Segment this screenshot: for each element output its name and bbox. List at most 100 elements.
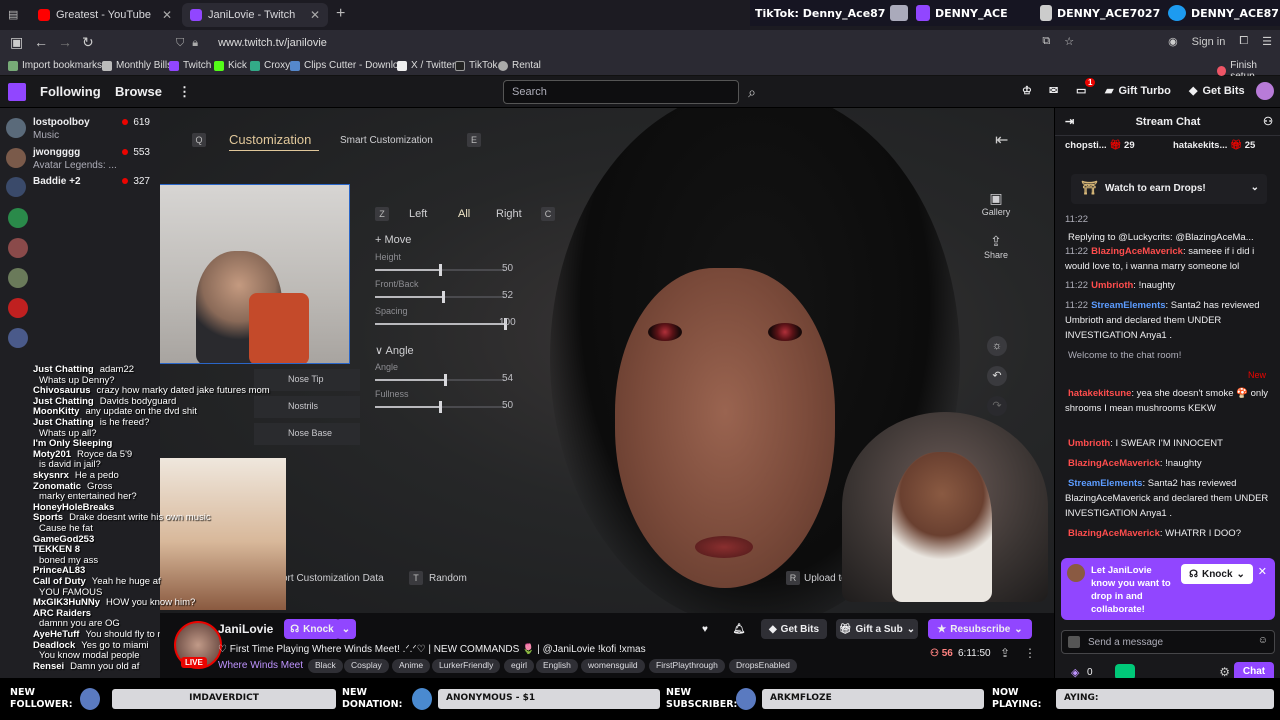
side-all[interactable]: All — [458, 208, 470, 220]
more-options-icon[interactable]: ⋮ — [1024, 646, 1036, 660]
resubscribe-button[interactable]: ★ Resubscribe ⌄ — [928, 619, 1032, 639]
users-icon[interactable]: ⚇ — [1263, 108, 1273, 136]
chat-message[interactable]: 11:22 BlazingAceMaverick: sameee if i did… — [1065, 244, 1275, 274]
chat-username[interactable]: StreamElements — [1068, 478, 1142, 489]
spacing-slider[interactable] — [375, 318, 507, 330]
chat-username[interactable]: StreamElements — [1091, 300, 1165, 311]
notifications-icon[interactable]: ▭ 1 — [1076, 78, 1096, 97]
top-gifter[interactable]: chopsti... 🎁︎ 29 — [1065, 140, 1135, 151]
forward-icon[interactable]: → — [58, 34, 72, 50]
chat-message[interactable]: 11:22 Umbrioth: !naughty — [1065, 278, 1275, 293]
bookmark-import[interactable]: Import bookmarks... — [8, 60, 110, 71]
crown-icon[interactable]: ♔ — [1022, 84, 1032, 97]
menu-icon[interactable]: ☰ — [1262, 35, 1272, 48]
chat-message[interactable]: Umbrioth: I SWEAR I'M INNOCENT — [1065, 436, 1275, 451]
back-icon[interactable]: ← — [34, 34, 48, 50]
tab-smart-customization[interactable]: Smart Customization — [340, 135, 433, 146]
tag[interactable]: egirl — [504, 659, 535, 673]
gallery-button[interactable]: ▣ Gallery — [976, 190, 1016, 217]
tab-menu-icon[interactable]: ▤ — [8, 8, 18, 21]
knock-button[interactable]: ☊ Knock — [284, 619, 340, 639]
bookmark-tiktok[interactable]: TikTok — [455, 60, 498, 71]
chat-username[interactable]: BlazingAceMaverick — [1068, 458, 1160, 469]
user-avatar[interactable] — [1256, 82, 1274, 100]
chat-username[interactable]: Umbrioth — [1091, 280, 1133, 291]
close-icon[interactable]: ✕ — [1258, 565, 1267, 578]
bookmark-clips-cutter[interactable]: Clips Cutter - Downlo... — [290, 60, 407, 71]
tab-customization[interactable]: Customization — [229, 132, 311, 147]
knock-dropdown-button[interactable]: ⌄ — [336, 619, 356, 639]
avatar[interactable] — [8, 238, 28, 258]
chat-message[interactable]: 11:22 StreamElements: Santa2 has reviewed… — [1065, 298, 1275, 343]
bookmark-croxy[interactable]: Croxy — [250, 60, 290, 71]
screenshot-icon[interactable]: ⧉ — [1042, 35, 1050, 48]
sidebar-item-lostpoolboy[interactable]: lostpoolboy Music 619 — [0, 114, 160, 144]
avatar[interactable] — [8, 208, 28, 228]
undo-icon[interactable]: ↶ — [987, 366, 1007, 386]
settings-icon[interactable]: ⚙ — [1219, 665, 1230, 679]
inbox-icon[interactable]: ✉ — [1049, 84, 1058, 97]
reload-icon[interactable]: ↻ — [82, 34, 94, 51]
stream-category[interactable]: Where Winds Meet — [218, 660, 303, 671]
tag[interactable]: English — [536, 659, 578, 673]
close-tab-icon[interactable]: ✕ — [162, 8, 172, 22]
tag[interactable]: womensguild — [581, 659, 645, 673]
tag[interactable]: Black — [308, 659, 343, 673]
nav-following[interactable]: Following — [40, 84, 101, 99]
share-icon[interactable]: ⇪ — [1000, 646, 1010, 660]
collapse-arrow-icon[interactable]: ⇤ — [995, 130, 1008, 150]
sidebar-toggle-icon[interactable]: ▣ — [10, 34, 23, 51]
twitch-logo-icon[interactable] — [8, 83, 26, 101]
account-icon[interactable]: ◉ — [1168, 35, 1178, 48]
chat-username[interactable]: hatakekitsune — [1068, 388, 1131, 399]
chat-message[interactable]: BlazingAceMaverick: !naughty — [1065, 456, 1275, 471]
drops-banner[interactable]: ⛩ Watch to earn Drops! ⌄ — [1071, 174, 1267, 204]
tag[interactable]: FirstPlaythrough — [649, 659, 725, 673]
get-bits-button[interactable]: ◆ Get Bits — [761, 619, 827, 639]
close-tab-icon[interactable]: ✕ — [310, 8, 320, 22]
send-message-input[interactable]: Send a message ☺ — [1061, 630, 1275, 654]
sign-in-link[interactable]: Sign in — [1192, 36, 1226, 48]
chat-username[interactable]: BlazingAceMaverick — [1091, 246, 1183, 257]
avatar[interactable] — [8, 298, 28, 318]
bookmark-x[interactable]: X / Twitter — [397, 60, 455, 71]
avatar[interactable] — [8, 268, 28, 288]
chevron-down-icon[interactable]: ⌄ — [1251, 182, 1259, 193]
gift-turbo-button[interactable]: ▰ Gift Turbo — [1105, 84, 1171, 98]
front-back-slider[interactable] — [375, 291, 505, 303]
sidebar-item-jwongggg[interactable]: jwongggg Avatar Legends: ... 553 — [0, 144, 160, 174]
move-section-header[interactable]: + Move — [375, 234, 411, 246]
chat-message[interactable]: Replying to @Luckycrits: @BlazingAceMa..… — [1065, 230, 1275, 245]
tag[interactable]: DropsEnabled — [729, 659, 797, 673]
angle-section-header[interactable]: ∨ Angle — [375, 344, 414, 357]
sidebar-item-baddie[interactable]: Baddie +2 327 — [0, 173, 160, 203]
side-right[interactable]: Right — [496, 208, 522, 220]
tab-twitch[interactable]: JaniLovie - Twitch ✕ — [182, 3, 328, 27]
tag[interactable]: LurkerFriendly — [432, 659, 501, 673]
chat-message[interactable]: 11:22 — [1065, 212, 1275, 227]
chat-message[interactable]: Welcome to the chat room! — [1065, 348, 1275, 363]
bookmark-rental[interactable]: Rental — [498, 60, 541, 71]
emote-icon[interactable]: ☺ — [1258, 635, 1268, 646]
chat-message[interactable]: BlazingAceMaverick: WHATRR I DOO? — [1065, 526, 1275, 541]
export-data-button[interactable]: ort Customization Data — [282, 573, 384, 584]
search-icon[interactable]: ⌕ — [740, 80, 764, 104]
tab-youtube[interactable]: Greatest - YouTube ✕ — [30, 3, 180, 27]
gift-sub-button[interactable]: 🎁︎ Gift a Sub ⌄ — [836, 619, 918, 639]
redo-icon[interactable]: ↷ — [987, 396, 1007, 416]
height-slider[interactable] — [375, 264, 505, 276]
side-left[interactable]: Left — [409, 208, 427, 220]
video-player[interactable]: Q Customization Smart Customization E Z … — [160, 108, 1054, 613]
bookmark-monthly-bills[interactable]: Monthly Bills — [102, 60, 172, 71]
collapse-chat-icon[interactable]: ⇥ — [1065, 108, 1074, 136]
follow-heart-button[interactable]: ♥ — [694, 619, 716, 639]
new-messages-label[interactable]: New — [1248, 370, 1266, 380]
top-gifter[interactable]: hatakekits... 🎁︎ 25 — [1173, 140, 1255, 151]
address-bar[interactable]: ⛉ 🔒︎ www.twitch.tv/janilovie — [176, 33, 1076, 53]
chat-message[interactable]: hatakekitsune: yea she doesn't smoke 🍄 o… — [1065, 386, 1275, 416]
get-bits-button[interactable]: ◆ Get Bits — [1189, 84, 1245, 98]
nav-browse[interactable]: Browse — [115, 84, 162, 99]
fullness-slider[interactable] — [375, 401, 505, 413]
avatar[interactable] — [8, 328, 28, 348]
light-icon[interactable]: ☼ — [987, 336, 1007, 356]
